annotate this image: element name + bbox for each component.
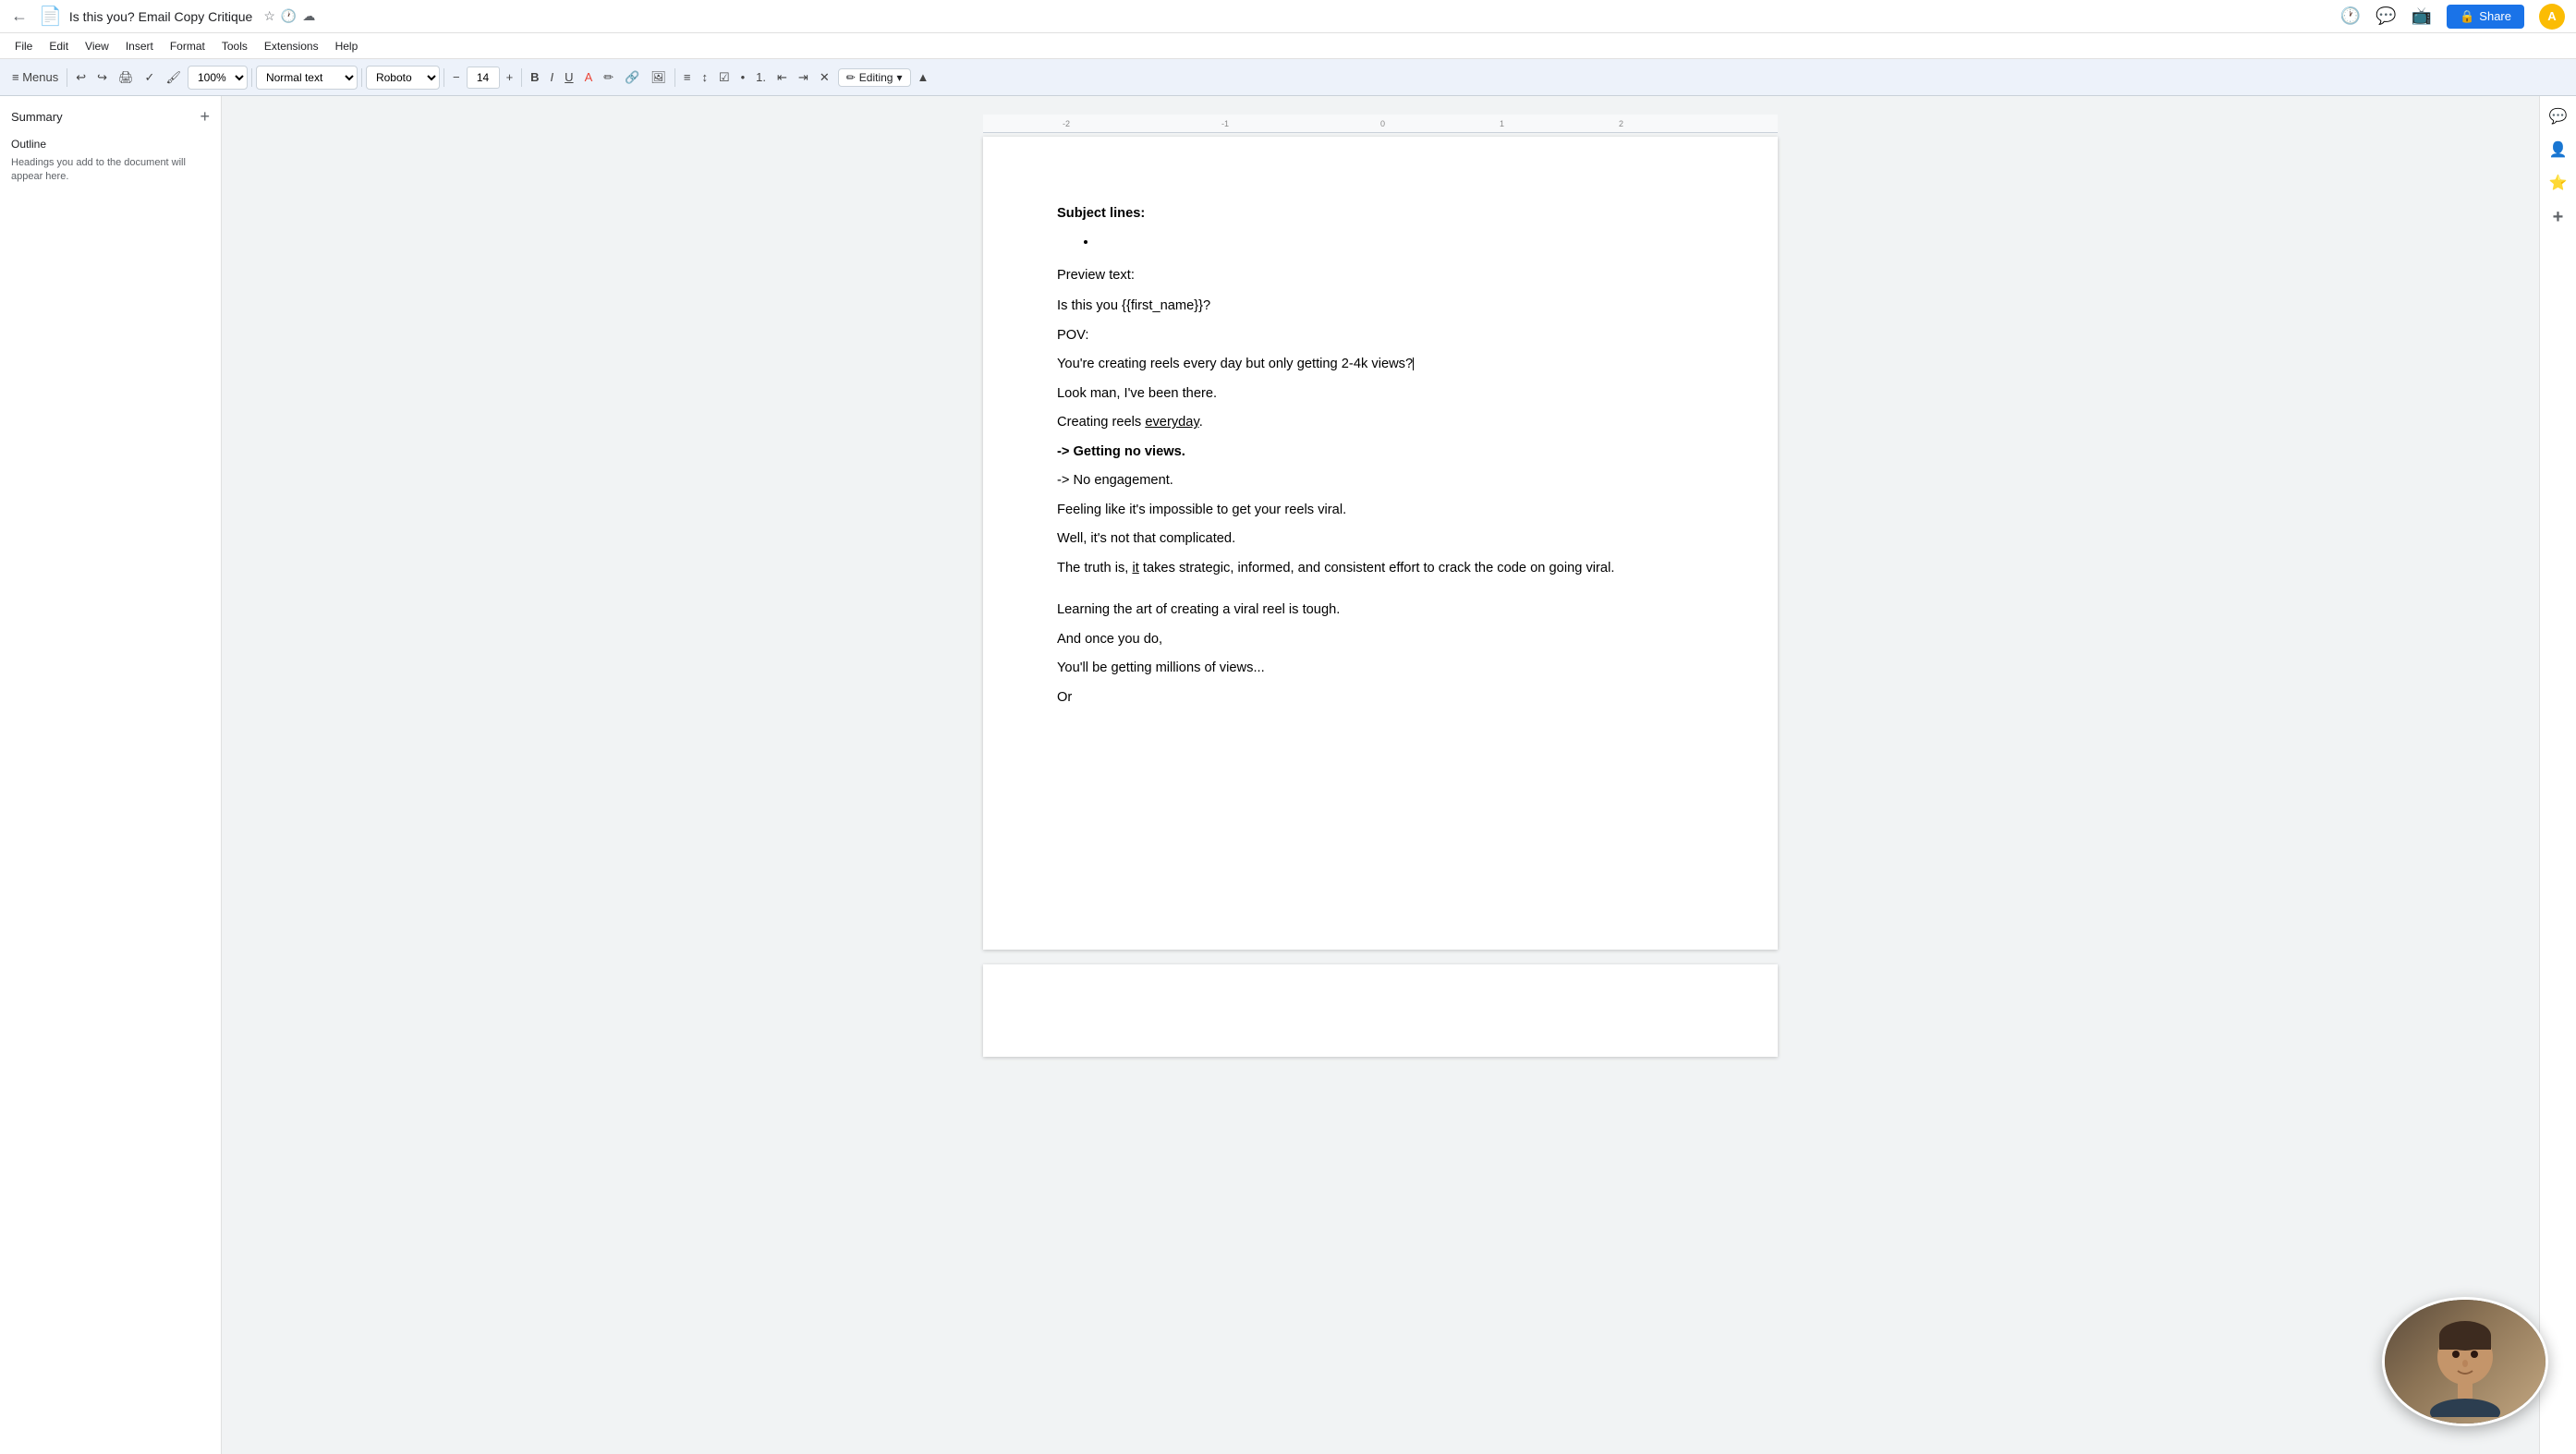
line-not-complicated: Well, it's not that complicated. bbox=[1057, 528, 1704, 550]
line-or: Or bbox=[1057, 687, 1704, 709]
chevron-down-icon: ▾ bbox=[896, 71, 902, 84]
star-panel-icon[interactable]: ⭐ bbox=[2546, 170, 2571, 196]
comment-btn[interactable]: 💬 bbox=[2376, 6, 2396, 26]
indent-increase-btn[interactable]: ⇥ bbox=[794, 67, 813, 88]
menu-help[interactable]: Help bbox=[328, 38, 366, 55]
subject-lines-heading: Subject lines: bbox=[1057, 203, 1704, 224]
title-bar: ← 📄 Is this you? Email Copy Critique ☆ 🕐… bbox=[0, 0, 2576, 33]
link-btn[interactable]: 🔗 bbox=[620, 67, 644, 88]
line-getting-no-views: -> Getting no views. bbox=[1057, 442, 1704, 463]
lock-icon: 🔒 bbox=[2460, 9, 2474, 24]
menus-btn[interactable]: ≡ Menus bbox=[7, 67, 63, 87]
plus-panel-icon[interactable]: + bbox=[2549, 203, 2568, 232]
chat-icon[interactable]: 💬 bbox=[2546, 103, 2571, 129]
pencil-icon: ✏ bbox=[846, 71, 856, 84]
page-1: Subject lines: Preview text: Is this you… bbox=[983, 137, 1778, 950]
preview-text-heading: Preview text: bbox=[1057, 265, 1704, 286]
doc-title[interactable]: Is this you? Email Copy Critique bbox=[69, 9, 252, 24]
line-firstname[interactable]: Is this you {{first_name}}? bbox=[1057, 296, 1704, 317]
italic-btn[interactable]: I bbox=[546, 67, 559, 87]
sidebar: Summary + Outline Headings you add to th… bbox=[0, 96, 222, 1454]
undo-btn[interactable]: ↩ bbox=[71, 67, 91, 88]
style-select[interactable]: Normal text bbox=[256, 66, 358, 90]
underline-btn[interactable]: U bbox=[560, 67, 577, 87]
face-svg bbox=[2410, 1306, 2521, 1417]
video-call-bubble bbox=[2382, 1297, 2548, 1426]
line-impossible: Feeling like it's impossible to get your… bbox=[1057, 500, 1704, 521]
redo-btn[interactable]: ↪ bbox=[92, 67, 112, 88]
outline-label: Outline bbox=[11, 138, 210, 151]
paint-btn[interactable]: 🖌 bbox=[161, 67, 186, 88]
toolbar: ≡ Menus ↩ ↪ 🖨 ✓ 🖌 100% Normal text Robot… bbox=[0, 59, 2576, 96]
avatar[interactable]: A bbox=[2539, 4, 2565, 30]
zoom-select[interactable]: 100% bbox=[188, 66, 248, 90]
doc-area: -2 -1 0 1 2 Subject lines: Preview text: bbox=[222, 96, 2539, 1454]
screen-icon[interactable]: 📺 bbox=[2412, 6, 2432, 26]
doc-icon: 📄 bbox=[39, 5, 62, 28]
menu-edit[interactable]: Edit bbox=[42, 38, 76, 55]
align-btn[interactable]: ≡ bbox=[679, 67, 696, 87]
ruler: -2 -1 0 1 2 bbox=[983, 115, 1778, 133]
indent-decrease-btn[interactable]: ⇤ bbox=[772, 67, 792, 88]
outline-hint: Headings you add to the document will ap… bbox=[11, 156, 210, 185]
font-select[interactable]: Roboto bbox=[366, 66, 440, 90]
chevron-up-btn[interactable]: ▲ bbox=[913, 67, 934, 87]
font-size-input[interactable] bbox=[467, 67, 500, 89]
clear-format-btn[interactable]: ✕ bbox=[815, 67, 834, 88]
bullet-list-btn[interactable]: • bbox=[736, 67, 750, 87]
subject-line-bullet bbox=[1098, 232, 1704, 253]
line-once-you-do: And once you do, bbox=[1057, 629, 1704, 650]
video-inner bbox=[2385, 1300, 2546, 1424]
line-spacing-btn[interactable]: ↕ bbox=[697, 67, 712, 87]
right-panel: 💬 👤 ⭐ + bbox=[2539, 96, 2576, 1454]
summary-label: Summary bbox=[11, 110, 63, 124]
font-size-increase[interactable]: + bbox=[502, 67, 518, 87]
line-millions-views: You'll be getting millions of views... bbox=[1057, 658, 1704, 679]
line-learning: Learning the art of creating a viral ree… bbox=[1057, 600, 1704, 621]
line-creating-reels: Creating reels everyday. bbox=[1057, 412, 1704, 433]
page-2-partial bbox=[983, 964, 1778, 1057]
menu-tools[interactable]: Tools bbox=[214, 38, 255, 55]
line-truth: The truth is, it takes strategic, inform… bbox=[1057, 558, 1704, 579]
font-size-decrease[interactable]: − bbox=[448, 67, 465, 87]
num-list-btn[interactable]: 1. bbox=[751, 67, 771, 87]
add-summary-btn[interactable]: + bbox=[200, 107, 210, 127]
bold-btn[interactable]: B bbox=[526, 67, 543, 87]
text-cursor bbox=[1413, 357, 1414, 370]
share-button[interactable]: 🔒 Share bbox=[2447, 5, 2524, 29]
star-icon[interactable]: ☆ bbox=[263, 8, 275, 24]
print-btn[interactable]: 🖨 bbox=[114, 67, 139, 88]
history-icon[interactable]: 🕐 bbox=[281, 8, 297, 24]
menu-bar: File Edit View Insert Format Tools Exten… bbox=[0, 33, 2576, 59]
spellcheck-btn[interactable]: ✓ bbox=[140, 67, 160, 88]
back-button[interactable]: ← bbox=[11, 6, 28, 26]
line-reels-views: You're creating reels every day but only… bbox=[1057, 354, 1704, 375]
menu-extensions[interactable]: Extensions bbox=[257, 38, 326, 55]
menu-insert[interactable]: Insert bbox=[118, 38, 161, 55]
line-no-engagement: -> No engagement. bbox=[1057, 470, 1704, 491]
history-btn[interactable]: 🕐 bbox=[2340, 6, 2361, 26]
highlight-btn[interactable]: ✏ bbox=[599, 67, 618, 88]
person-icon[interactable]: 👤 bbox=[2546, 137, 2571, 163]
color-btn[interactable]: A bbox=[580, 67, 598, 87]
title-icons: ☆ 🕐 ☁ bbox=[263, 8, 315, 24]
menu-view[interactable]: View bbox=[78, 38, 116, 55]
image-btn[interactable]: 🖼 bbox=[646, 67, 671, 88]
menu-format[interactable]: Format bbox=[163, 38, 213, 55]
editing-mode-dropdown[interactable]: ✏ Editing ▾ bbox=[838, 68, 911, 87]
menu-file[interactable]: File bbox=[7, 38, 40, 55]
line-look-man: Look man, I've been there. bbox=[1057, 383, 1704, 405]
line-pov: POV: bbox=[1057, 325, 1704, 346]
cloud-icon[interactable]: ☁ bbox=[302, 8, 315, 24]
checklist-btn[interactable]: ☑ bbox=[714, 67, 735, 88]
